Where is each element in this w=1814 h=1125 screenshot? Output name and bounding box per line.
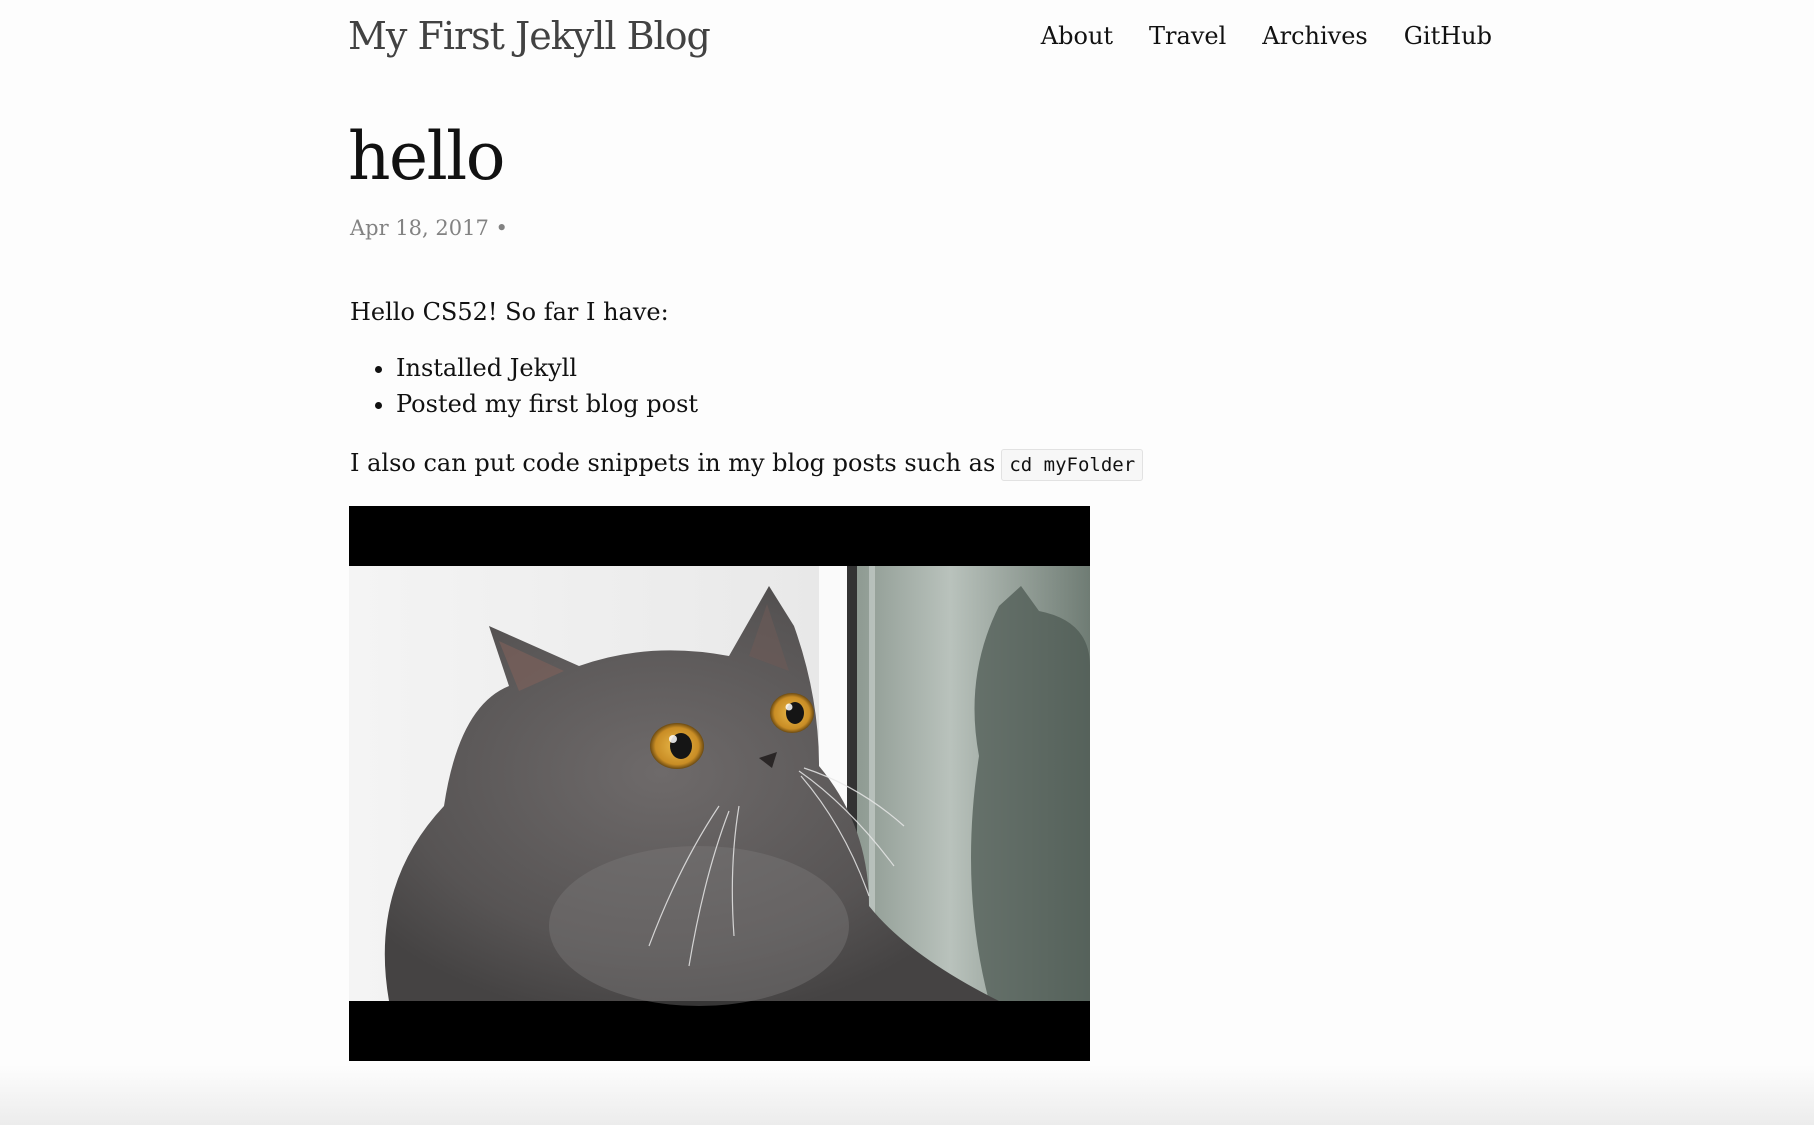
post-intro: Hello CS52! So far I have: <box>350 298 669 326</box>
post-list: Installed Jekyll Posted my first blog po… <box>350 350 1450 422</box>
page-bottom-fade <box>0 1065 1814 1125</box>
nav-link-archives[interactable]: Archives <box>1262 22 1367 50</box>
nav-link-about[interactable]: About <box>1041 22 1113 50</box>
nav-link-github[interactable]: GitHub <box>1404 22 1492 50</box>
nav-link-travel[interactable]: Travel <box>1149 22 1226 50</box>
code-sentence: I also can put code snippets in my blog … <box>350 449 996 477</box>
site-nav: About Travel Archives GitHub <box>1041 22 1492 50</box>
list-item: Installed Jekyll <box>396 350 1450 386</box>
inline-code: cd myFolder <box>1001 449 1144 481</box>
post-content: Hello CS52! So far I have: Installed Jek… <box>350 294 1450 483</box>
cat-photo <box>349 506 1090 1061</box>
post-meta: Apr 18, 2017 • <box>350 216 508 240</box>
code-paragraph: I also can put code snippets in my blog … <box>350 445 1450 483</box>
site-title[interactable]: My First Jekyll Blog <box>348 14 711 58</box>
post-title: hello <box>348 118 506 195</box>
list-item: Posted my first blog post <box>396 386 1450 422</box>
